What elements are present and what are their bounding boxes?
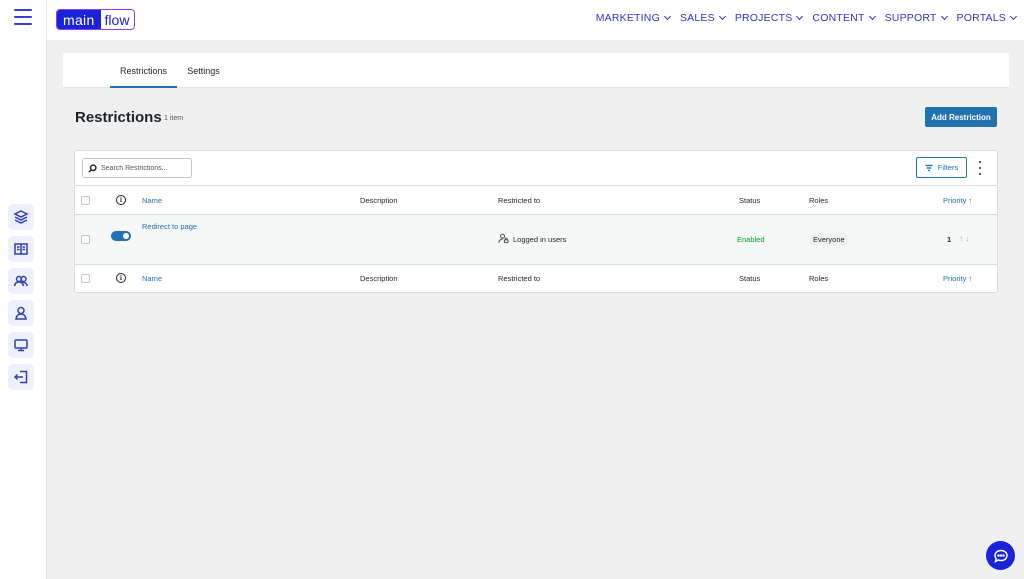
role-badge: Everyone bbox=[809, 233, 849, 246]
restricted-to-value: Logged in users bbox=[513, 235, 567, 244]
logo-part-main: main bbox=[57, 10, 101, 29]
user-lock-icon bbox=[498, 233, 509, 246]
logo-part-flow: flow bbox=[100, 10, 135, 29]
layers-icon[interactable] bbox=[8, 204, 34, 230]
users-icon[interactable] bbox=[8, 268, 34, 294]
column-header-priority[interactable]: Priority ↑ bbox=[943, 196, 972, 205]
column-header-description: Description bbox=[360, 196, 398, 205]
table-footer-row: i Name Description Restricted to Status … bbox=[75, 265, 997, 293]
column-header-roles: Roles bbox=[809, 196, 829, 205]
nav-sales[interactable]: SALES bbox=[679, 12, 726, 24]
logout-icon[interactable] bbox=[8, 364, 34, 390]
restrictions-table-card: Filters i Name Description Restricted to… bbox=[74, 150, 998, 293]
nav-label: MARKETING bbox=[595, 12, 660, 24]
select-all-checkbox[interactable] bbox=[81, 196, 90, 205]
tab-settings[interactable]: Settings bbox=[181, 53, 226, 88]
monitor-icon[interactable] bbox=[8, 332, 34, 358]
page-title: Restrictions bbox=[75, 109, 162, 126]
column-header-restricted-to: Restricted to bbox=[498, 196, 541, 205]
chevron-down-icon bbox=[868, 12, 876, 21]
info-icon[interactable]: i bbox=[116, 273, 126, 283]
column-footer-status: Status bbox=[739, 274, 761, 283]
menu-icon[interactable] bbox=[14, 9, 32, 25]
row-checkbox[interactable] bbox=[81, 235, 90, 244]
chevron-down-icon bbox=[1009, 12, 1018, 21]
priority-value: 1 bbox=[947, 235, 952, 244]
search-input[interactable] bbox=[101, 164, 189, 172]
column-header-status: Status bbox=[739, 196, 761, 205]
left-rail bbox=[0, 0, 47, 579]
status-badge: Enabled bbox=[737, 235, 765, 244]
select-all-checkbox-footer[interactable] bbox=[81, 274, 90, 283]
priority-arrows[interactable]: ↑ ↓ bbox=[959, 234, 969, 243]
column-footer-name[interactable]: Name bbox=[142, 274, 162, 283]
tab-bar: Restrictions Settings bbox=[63, 53, 1009, 88]
info-icon[interactable]: i bbox=[116, 195, 126, 205]
nav-content[interactable]: CONTENT bbox=[812, 12, 876, 24]
rail-icon-list bbox=[8, 204, 34, 396]
column-footer-restricted-to: Restricted to bbox=[498, 274, 541, 283]
chat-button[interactable] bbox=[986, 541, 1015, 570]
logo[interactable]: main flow bbox=[56, 9, 136, 30]
user-icon[interactable] bbox=[8, 300, 34, 326]
table-row[interactable]: Redirect to page Logged in users Enabled… bbox=[75, 215, 997, 265]
column-footer-roles: Roles bbox=[809, 274, 829, 283]
item-count: 1 item bbox=[164, 115, 184, 122]
chevron-down-icon bbox=[796, 12, 804, 21]
column-footer-priority[interactable]: Priority ↑ bbox=[943, 274, 972, 283]
add-restriction-button[interactable]: Add Restriction bbox=[925, 107, 997, 127]
restriction-name-link[interactable]: Redirect to page bbox=[142, 222, 197, 231]
search-box[interactable] bbox=[82, 158, 192, 178]
nav-label: PROJECTS bbox=[734, 12, 793, 24]
column-header-name[interactable]: Name bbox=[142, 196, 162, 205]
nav-label: SALES bbox=[679, 12, 715, 24]
tab-restrictions[interactable]: Restrictions bbox=[110, 53, 177, 88]
filter-icon bbox=[925, 164, 933, 171]
nav-support[interactable]: SUPPORT bbox=[884, 12, 948, 24]
chat-icon bbox=[993, 549, 1008, 563]
nav-label: SUPPORT bbox=[884, 12, 937, 24]
nav-label: PORTALS bbox=[956, 12, 1006, 24]
nav-projects[interactable]: PROJECTS bbox=[734, 12, 804, 24]
chevron-down-icon bbox=[718, 12, 726, 21]
filters-button[interactable]: Filters bbox=[916, 157, 967, 178]
table-header-row: i Name Description Restricted to Status … bbox=[75, 185, 997, 215]
top-bar: main flow MARKETING SALES PROJECTS CONTE… bbox=[47, 0, 1024, 40]
column-footer-description: Description bbox=[360, 274, 398, 283]
chevron-down-icon bbox=[940, 12, 948, 21]
nav-label: CONTENT bbox=[812, 12, 865, 24]
more-options-icon[interactable] bbox=[977, 161, 983, 175]
search-icon bbox=[88, 163, 97, 173]
chevron-down-icon bbox=[663, 12, 671, 21]
enable-toggle[interactable] bbox=[111, 231, 131, 241]
filters-label: Filters bbox=[937, 163, 959, 172]
nav-portals[interactable]: PORTALS bbox=[956, 12, 1018, 24]
book-icon[interactable] bbox=[8, 236, 34, 262]
nav-marketing[interactable]: MARKETING bbox=[595, 12, 671, 24]
main-nav: MARKETING SALES PROJECTS CONTENT SUPPORT… bbox=[595, 12, 1018, 24]
